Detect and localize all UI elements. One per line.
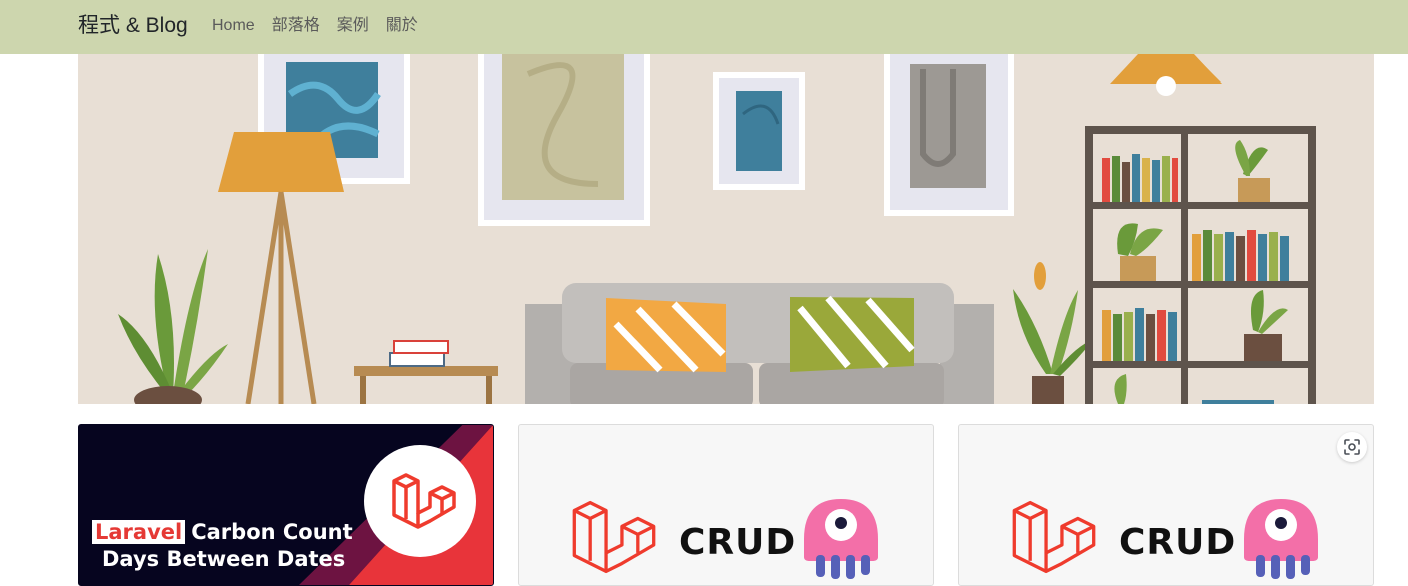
living-room-illustration: [78, 54, 1374, 404]
card-title-line2: Days Between Dates: [102, 547, 346, 571]
laravel-logo: [1012, 500, 1096, 574]
nav-link-blog[interactable]: 部落格: [272, 15, 320, 37]
nav-link-cases[interactable]: 案例: [337, 15, 369, 37]
nav-link-home[interactable]: Home: [212, 15, 255, 37]
card-tag-laravel: Laravel: [92, 520, 186, 544]
top-navbar: 程式 & Blog Home 部落格 案例 關於: [0, 0, 1408, 54]
nav-links: Home 部落格 案例 關於: [212, 15, 418, 37]
card-title-line1: Laravel Carbon Count: [92, 520, 353, 544]
nav-link-about[interactable]: 關於: [386, 15, 418, 37]
crud-label: CRUD: [679, 522, 797, 563]
image-search-button[interactable]: [1337, 432, 1367, 462]
books-row-3: [1102, 308, 1177, 361]
floor-lamp: [218, 132, 344, 192]
site-brand[interactable]: 程式 & Blog: [78, 12, 188, 40]
octopus-mascot-icon: [1244, 499, 1318, 579]
books-row-2: [1192, 230, 1289, 281]
octopus-mascot-icon: [804, 499, 878, 579]
crud-label: CRUD: [1119, 522, 1237, 563]
side-table: [354, 366, 498, 376]
image-search-icon: [1344, 439, 1360, 455]
books-row-1: [1102, 154, 1178, 202]
hero-banner: [78, 54, 1374, 404]
laravel-logo: [572, 500, 656, 574]
post-card-laravel-carbon[interactable]: Laravel Carbon Count Days Between Dates: [78, 424, 494, 586]
post-card-crud-2[interactable]: CRUD: [958, 424, 1374, 586]
post-card-crud-1[interactable]: CRUD: [518, 424, 934, 586]
